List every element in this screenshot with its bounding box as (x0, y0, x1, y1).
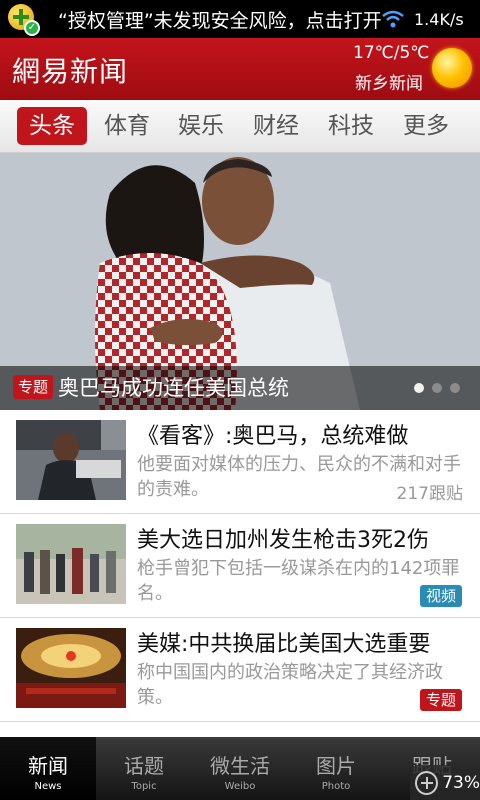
tab-more[interactable]: 更多 (391, 107, 461, 145)
floating-widget[interactable]: 73% (410, 765, 480, 800)
wifi-icon (382, 10, 404, 28)
nav-sublabel: Weibo (224, 781, 256, 792)
nav-sublabel: News (34, 781, 62, 792)
security-app-icon[interactable]: ✓ (6, 2, 40, 36)
widget-percent: 73% (442, 772, 480, 793)
news-title: 美大选日加州发生枪击3死2伤 (137, 528, 429, 553)
hero-caption: 专题 奥巴马成功连任美国总统 (0, 366, 480, 410)
nav-label: 话题 (124, 754, 164, 778)
topic-tag: 专题 (419, 689, 462, 711)
nav-sublabel: Photo (321, 781, 351, 792)
nav-news[interactable]: 新闻 News (0, 737, 96, 800)
nav-topic[interactable]: 话题 Topic (96, 737, 192, 800)
tab-entertainment[interactable]: 娱乐 (166, 107, 236, 145)
news-item[interactable]: 《看客》:奥巴马，总统难做 他要面对媒体的压力、民众的不满和对手的责难。 217… (0, 410, 480, 514)
weather-temperature[interactable]: 17℃/5℃ (353, 43, 429, 63)
tab-tech[interactable]: 科技 (316, 107, 386, 145)
news-item[interactable]: 美大选日加州发生枪击3死2伤 枪手曾犯下包括一级谋杀在内的142项罪名。 视频 (0, 514, 480, 618)
tab-finance[interactable]: 财经 (241, 107, 311, 145)
notification-text[interactable]: “授权管理”未发现安全风险，点击打开 (58, 6, 388, 33)
bottom-nav: 新闻 News 话题 Topic 微生活 Weibo 图片 Photo 跟贴 (0, 737, 480, 800)
news-thumbnail (16, 524, 126, 604)
sun-icon[interactable] (432, 48, 472, 88)
news-item[interactable]: 美媒:中共换届比美国大选重要 称中国国内的政治策略决定了其经济政策。 专题 (0, 618, 480, 722)
news-title: 《看客》:奥巴马，总统难做 (137, 424, 409, 449)
news-thumbnail (16, 420, 126, 500)
app-logo: 網易新闻 (12, 55, 129, 88)
nav-label: 图片 (316, 754, 356, 778)
slide-dot (432, 383, 442, 393)
nav-label: 新闻 (28, 754, 68, 778)
category-tabs: 头条 体育 娱乐 财经 科技 更多 (0, 100, 480, 153)
app-header: 網易新闻 17℃/5℃ 新乡新闻 (0, 38, 480, 100)
status-bar: ✓ “授权管理”未发现安全风险，点击打开 1.4K/s (0, 0, 480, 38)
comment-count: 217跟贴 (396, 484, 463, 504)
hero-title[interactable]: 奥巴马成功连任美国总统 (58, 372, 289, 402)
nav-sublabel: Topic (131, 781, 157, 792)
news-title: 美媒:中共换届比美国大选重要 (137, 632, 431, 657)
plus-icon (415, 770, 439, 795)
nav-label: 微生活 (210, 754, 270, 778)
news-summary: 枪手曾犯下包括一级谋杀在内的142项罪名。 (137, 558, 460, 604)
tab-headlines[interactable]: 头条 (17, 107, 87, 145)
topic-badge: 专题 (13, 375, 54, 399)
news-summary: 称中国国内的政治策略决定了其经济政策。 (137, 662, 443, 708)
slide-dot (414, 383, 424, 393)
tab-sports[interactable]: 体育 (92, 107, 162, 145)
video-tag: 视频 (419, 585, 462, 607)
news-thumbnail (16, 628, 126, 708)
net-speed: 1.4K/s (414, 9, 464, 29)
slide-indicator (414, 383, 460, 393)
hero-banner[interactable]: 专题 奥巴马成功连任美国总统 (0, 153, 480, 410)
weather-city[interactable]: 新乡新闻 (355, 69, 423, 94)
slide-dot (450, 383, 460, 393)
nav-photo[interactable]: 图片 Photo (288, 737, 384, 800)
nav-weibo[interactable]: 微生活 Weibo (192, 737, 288, 800)
